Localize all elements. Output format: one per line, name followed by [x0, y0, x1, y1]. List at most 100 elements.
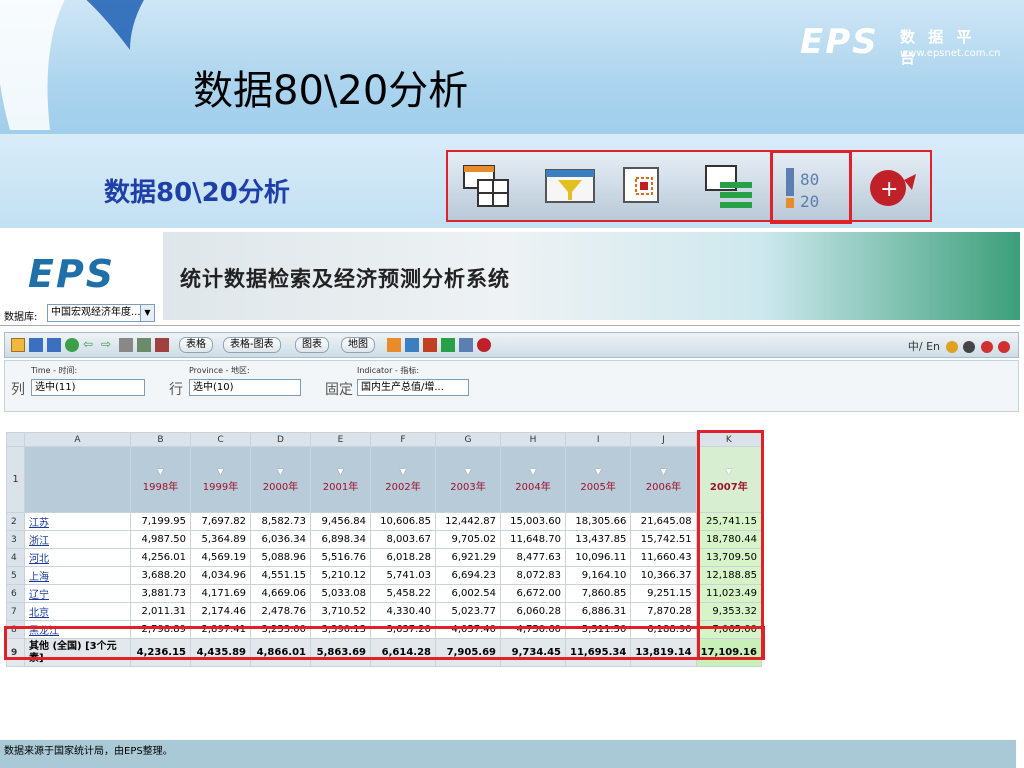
- value-cell: 15,742.51: [630, 530, 697, 549]
- column-header: H: [500, 432, 566, 447]
- province-link[interactable]: 北京: [24, 602, 131, 621]
- sort-triangle-icon[interactable]: ▼: [195, 467, 246, 476]
- column-header: B: [130, 432, 191, 447]
- year-label: 2004年: [515, 481, 551, 493]
- home-icon[interactable]: [980, 341, 993, 353]
- slide-header: 数据80\20分析 EPS 数 据 平 台 www.epsnet.com.cn …: [0, 0, 1024, 228]
- time-select[interactable]: 选中(11): [31, 379, 145, 396]
- help-icon[interactable]: +: [860, 160, 920, 214]
- value-cell: 3,688.20: [130, 566, 191, 585]
- list-icon[interactable]: [441, 338, 455, 352]
- year-header[interactable]: ▼ 2003年: [435, 446, 501, 513]
- year-header[interactable]: ▼ 2006年: [630, 446, 697, 513]
- language-toggle[interactable]: 中/ En: [908, 340, 940, 353]
- table-row: 3 浙江 4,987.50 5,364.89 6,036.34 6,898.34 8,003…: [6, 530, 762, 549]
- sort-triangle-icon[interactable]: ▼: [440, 467, 496, 476]
- sort-triangle-icon[interactable]: ▼: [635, 467, 691, 476]
- row-number: 5: [6, 566, 25, 585]
- chevron-down-icon[interactable]: ▼: [140, 305, 154, 321]
- value-cell: 15,003.60: [500, 512, 566, 531]
- footer-bar: 数据来源于国家统计局，由EPS整理。: [0, 740, 1016, 768]
- filter-icon[interactable]: [405, 338, 419, 352]
- table-row: 6 辽宁 3,881.73 4,171.69 4,669.06 5,033.08 5,458…: [6, 584, 762, 603]
- indicator-select[interactable]: 国内生产总值/增...: [357, 379, 469, 396]
- value-cell: 6,060.28: [500, 602, 566, 621]
- forward-icon[interactable]: ⇨: [101, 338, 115, 352]
- value-cell: 6,898.34: [310, 530, 371, 549]
- year-header[interactable]: ▼ 1999年: [190, 446, 251, 513]
- chart-select-icon[interactable]: [423, 338, 437, 352]
- table-chart-button[interactable]: 表格-图表: [223, 337, 281, 353]
- province-link[interactable]: 辽宁: [24, 584, 131, 603]
- value-cell: 7,697.82: [190, 512, 251, 531]
- province-link[interactable]: 浙江: [24, 530, 131, 549]
- table-button[interactable]: 表格: [179, 337, 213, 353]
- year-label: 2001年: [322, 481, 359, 493]
- column-header: F: [370, 432, 436, 447]
- value-cell: 2,011.31: [130, 602, 191, 621]
- close-icon[interactable]: [998, 341, 1010, 353]
- back-icon[interactable]: ⇦: [83, 338, 97, 352]
- sort-triangle-icon[interactable]: ▼: [375, 467, 431, 476]
- delete-icon[interactable]: [155, 338, 169, 352]
- database-select[interactable]: 中国宏观经济年度... ▼: [47, 304, 155, 322]
- table-row: 5 上海 3,688.20 4,034.96 4,551.15 5,210.12 5,741…: [6, 566, 762, 585]
- province-link[interactable]: 上海: [24, 566, 131, 585]
- sort-triangle-icon[interactable]: ▼: [315, 467, 366, 476]
- column-header: G: [435, 432, 501, 447]
- column-label: 列: [11, 382, 25, 398]
- year-header[interactable]: ▼ 2000年: [250, 446, 311, 513]
- table-icon[interactable]: [387, 338, 401, 352]
- list-icon[interactable]: [700, 160, 760, 214]
- value-cell: 6,921.29: [435, 548, 501, 567]
- save-as-icon[interactable]: [47, 338, 61, 352]
- refresh-icon[interactable]: [65, 338, 79, 352]
- value-cell: 7,870.28: [630, 602, 697, 621]
- eps-brand-logo: EPS 数 据 平 台 www.epsnet.com.cn: [800, 22, 1001, 67]
- value-cell: 3,881.73: [130, 584, 191, 603]
- row-number: 3: [6, 530, 25, 549]
- open-folder-icon[interactable]: [11, 338, 25, 352]
- filter-icon[interactable]: [540, 160, 600, 214]
- sort-triangle-icon[interactable]: ▼: [255, 467, 306, 476]
- help-icon[interactable]: [477, 338, 491, 352]
- year-header[interactable]: ▼ 2004年: [500, 446, 566, 513]
- sort-triangle-icon[interactable]: ▼: [135, 467, 186, 476]
- table-row: 7 北京 2,011.31 2,174.46 2,478.76 3,710.52 4,330…: [6, 602, 762, 621]
- column-header: E: [310, 432, 371, 447]
- province-link[interactable]: 江苏: [24, 512, 131, 531]
- table-row: 4 河北 4,256.01 4,569.19 5,088.96 5,516.76 6,018…: [6, 548, 762, 567]
- value-cell: 9,164.10: [564, 566, 632, 585]
- province-link[interactable]: 河北: [24, 548, 131, 567]
- year-header[interactable]: ▼ 2005年: [564, 446, 632, 513]
- year-header[interactable]: ▼ 2001年: [310, 446, 371, 513]
- row-number: 6: [6, 584, 25, 603]
- chart-select-icon[interactable]: [616, 160, 676, 214]
- value-cell: 5,023.77: [435, 602, 501, 621]
- value-cell: 4,034.96: [190, 566, 251, 585]
- column-header: C: [190, 432, 251, 447]
- value-cell: 6,694.23: [435, 566, 501, 585]
- save-icon[interactable]: [29, 338, 43, 352]
- user-icon[interactable]: [945, 341, 958, 353]
- year-header[interactable]: ▼ 2002年: [370, 446, 436, 513]
- sort-triangle-icon[interactable]: ▼: [570, 467, 626, 476]
- year-label: 2005年: [580, 481, 616, 493]
- chart-button[interactable]: 图表: [295, 337, 329, 353]
- app-title: 统计数据检索及经济预测分析系统: [180, 267, 510, 291]
- value-cell: 8,072.83: [500, 566, 566, 585]
- map-button[interactable]: 地图: [341, 337, 375, 353]
- province-select[interactable]: 选中(10): [189, 379, 301, 396]
- column-header: J: [630, 432, 697, 447]
- export-icon[interactable]: [137, 338, 151, 352]
- table-icon[interactable]: [458, 160, 518, 214]
- pareto-8020-icon[interactable]: [459, 338, 473, 352]
- help-circle-icon[interactable]: [963, 341, 975, 353]
- year-header[interactable]: ▼ 1998年: [130, 446, 191, 513]
- year-label: 1999年: [202, 481, 239, 493]
- value-cell: 5,364.89: [190, 530, 251, 549]
- value-cell: 4,569.19: [190, 548, 251, 567]
- row-label: 行: [169, 382, 183, 398]
- sort-triangle-icon[interactable]: ▼: [505, 467, 561, 476]
- print-icon[interactable]: [119, 338, 133, 352]
